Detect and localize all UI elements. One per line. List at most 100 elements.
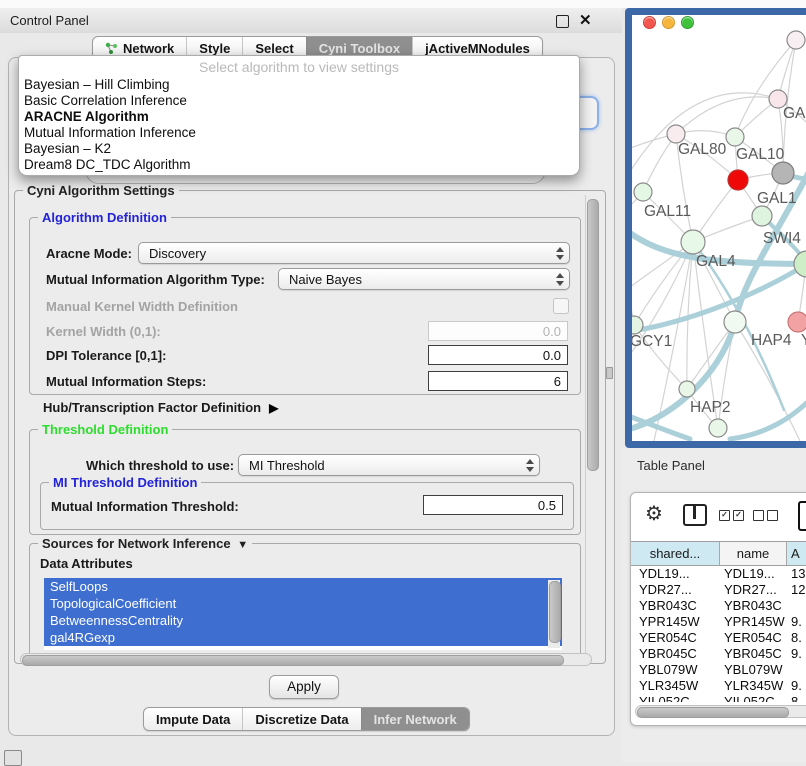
aracne-mode-label: Aracne Mode: bbox=[46, 246, 132, 261]
close-icon[interactable]: ✕ bbox=[579, 10, 592, 31]
scrollbar-thumb[interactable] bbox=[22, 655, 564, 666]
sources-group: Sources for Network Inference ▼ Data Att… bbox=[29, 543, 581, 657]
table-cell: YDR27... bbox=[631, 582, 720, 598]
table-toolbar: ⚙ ✓✓ bbox=[631, 493, 806, 539]
window-minimize-traffic-light[interactable] bbox=[662, 16, 675, 29]
attributes-vertical-scrollbar[interactable] bbox=[548, 580, 560, 648]
table-row[interactable]: YBR043CYBR043C bbox=[631, 598, 806, 614]
mi-threshold-input[interactable]: 0.5 bbox=[423, 495, 563, 515]
expand-arrow-icon[interactable]: ▶ bbox=[269, 401, 278, 415]
dropdown-item[interactable]: Bayesian – K2 bbox=[19, 141, 579, 157]
network-edge bbox=[676, 97, 778, 134]
network-node[interactable] bbox=[681, 230, 705, 254]
panel-splitter-handle[interactable] bbox=[606, 367, 613, 379]
collapse-arrow-icon[interactable]: ▼ bbox=[234, 539, 248, 551]
network-node[interactable] bbox=[679, 381, 695, 397]
network-canvas[interactable]: GALGAL80GAL10GAL1GAL11SWI4GAL4GCY1HAP4YH… bbox=[632, 30, 806, 441]
select-all-icon[interactable]: ✓✓ bbox=[719, 510, 744, 521]
table-cell: 9. bbox=[787, 678, 806, 694]
table-row[interactable]: YBL079WYBL079W bbox=[631, 662, 806, 678]
table-horizontal-scrollbar[interactable] bbox=[635, 705, 806, 718]
tab-label: jActiveMNodules bbox=[425, 41, 530, 56]
float-window-icon[interactable] bbox=[556, 15, 569, 28]
dropdown-item[interactable]: ARACNE Algorithm bbox=[19, 109, 579, 125]
data-attribute-item[interactable]: gal4RGexp bbox=[44, 629, 562, 646]
data-attribute-item[interactable]: TopologicalCoefficient bbox=[44, 595, 562, 612]
column-header-name[interactable]: name bbox=[720, 542, 787, 565]
which-threshold-combobox[interactable]: MI Threshold bbox=[238, 454, 540, 476]
stepper-arrows-icon bbox=[556, 247, 564, 260]
data-attribute-item[interactable]: BetweennessCentrality bbox=[44, 612, 562, 629]
column-header-shared-name[interactable]: shared... bbox=[631, 542, 720, 565]
data-attributes-list: SelfLoopsTopologicalCoefficientBetweenne… bbox=[44, 578, 562, 650]
tab-discretize-data[interactable]: Discretize Data bbox=[242, 708, 360, 730]
hub-definition-row[interactable]: Hub/Transcription Factor Definition▶ bbox=[43, 400, 278, 415]
table-row[interactable]: YDL19...YDL19...13 bbox=[631, 566, 806, 582]
table-cell: YBR043C bbox=[720, 598, 787, 614]
network-node[interactable] bbox=[724, 311, 746, 333]
network-node[interactable] bbox=[634, 183, 652, 201]
scrollbar-thumb[interactable] bbox=[587, 199, 599, 471]
algorithm-definition-group: Algorithm Definition Aracne Mode: Discov… bbox=[29, 217, 581, 395]
network-node[interactable] bbox=[728, 170, 748, 190]
dpi-tolerance-input[interactable]: 0.0 bbox=[428, 345, 568, 365]
dropdown-item[interactable]: Basic Correlation Inference bbox=[19, 93, 579, 109]
network-node-label: HAP2 bbox=[690, 399, 731, 416]
table-function-icon[interactable] bbox=[798, 501, 806, 531]
clear-selection-icon[interactable] bbox=[753, 510, 778, 521]
tab-impute-data[interactable]: Impute Data bbox=[144, 708, 242, 730]
table-cell: YDR27... bbox=[720, 582, 787, 598]
network-edge bbox=[643, 134, 676, 192]
network-node-label: Y bbox=[801, 332, 806, 349]
tab-infer-network[interactable]: Infer Network bbox=[361, 708, 469, 730]
table-row[interactable]: YBR045CYBR045C9. bbox=[631, 646, 806, 662]
aracne-mode-combobox[interactable]: Discovery bbox=[138, 242, 570, 264]
dropdown-item[interactable]: Dream8 DC_TDC Algorithm bbox=[19, 157, 579, 173]
tab-label: Cyni Toolbox bbox=[319, 41, 400, 56]
network-node[interactable] bbox=[772, 162, 794, 184]
mi-type-combobox[interactable]: Naive Bayes bbox=[278, 268, 570, 290]
window-close-traffic-light[interactable] bbox=[643, 16, 656, 29]
tab-label: Style bbox=[199, 41, 230, 56]
gear-icon[interactable]: ⚙ bbox=[645, 501, 663, 526]
window-zoom-traffic-light[interactable] bbox=[681, 16, 694, 29]
collapsed-panel-icon[interactable] bbox=[4, 750, 22, 766]
columns-icon[interactable] bbox=[683, 504, 707, 526]
column-header-partial[interactable]: A bbox=[787, 542, 806, 565]
settings-horizontal-scrollbar[interactable] bbox=[20, 653, 592, 666]
table-row[interactable]: YPR145WYPR145W9. bbox=[631, 614, 806, 630]
network-node[interactable] bbox=[788, 312, 806, 332]
table-row[interactable]: YIL052CYIL052C8 bbox=[631, 694, 806, 702]
network-node[interactable] bbox=[752, 206, 772, 226]
table-row[interactable]: YLR345WYLR345W9. bbox=[631, 678, 806, 694]
table-row[interactable]: YDR27...YDR27...12 bbox=[631, 582, 806, 598]
settings-legend: Cyni Algorithm Settings bbox=[23, 183, 179, 198]
dropdown-item[interactable]: Mutual Information Inference bbox=[19, 125, 579, 141]
mi-steps-input[interactable]: 6 bbox=[428, 371, 568, 391]
network-node-label: GAL11 bbox=[644, 203, 691, 220]
dpi-tolerance-label: DPI Tolerance [0,1]: bbox=[46, 348, 166, 363]
network-node[interactable] bbox=[709, 419, 727, 437]
scrollbar-thumb[interactable] bbox=[637, 707, 789, 718]
settings-vertical-scrollbar[interactable] bbox=[585, 195, 599, 657]
mi-threshold-label: Mutual Information Threshold: bbox=[51, 499, 239, 514]
network-node[interactable] bbox=[787, 31, 805, 49]
kernel-width-input[interactable]: 0.0 bbox=[428, 321, 568, 341]
control-panel-titlebar: Control Panel ✕ bbox=[0, 8, 622, 34]
scrollbar-thumb[interactable] bbox=[549, 581, 561, 643]
data-attribute-item[interactable]: SelfLoops bbox=[44, 578, 562, 595]
network-node-label: GCY1 bbox=[632, 333, 672, 350]
table-panel-title: Table Panel bbox=[637, 458, 705, 473]
mi-type-label: Mutual Information Algorithm Type: bbox=[46, 272, 265, 287]
table-cell: YER054C bbox=[631, 630, 720, 646]
table-cell: YER054C bbox=[720, 630, 787, 646]
network-node[interactable] bbox=[726, 128, 744, 146]
apply-button[interactable]: Apply bbox=[269, 675, 339, 699]
table-cell: YBR045C bbox=[720, 646, 787, 662]
dropdown-item[interactable]: Bayesian – Hill Climbing bbox=[19, 77, 579, 93]
table-cell: YPR145W bbox=[720, 614, 787, 630]
mi-steps-label: Mutual Information Steps: bbox=[46, 374, 206, 389]
manual-kernel-label: Manual Kernel Width Definition bbox=[46, 299, 238, 314]
manual-kernel-checkbox[interactable] bbox=[553, 298, 569, 314]
table-row[interactable]: YER054CYER054C8. bbox=[631, 630, 806, 646]
